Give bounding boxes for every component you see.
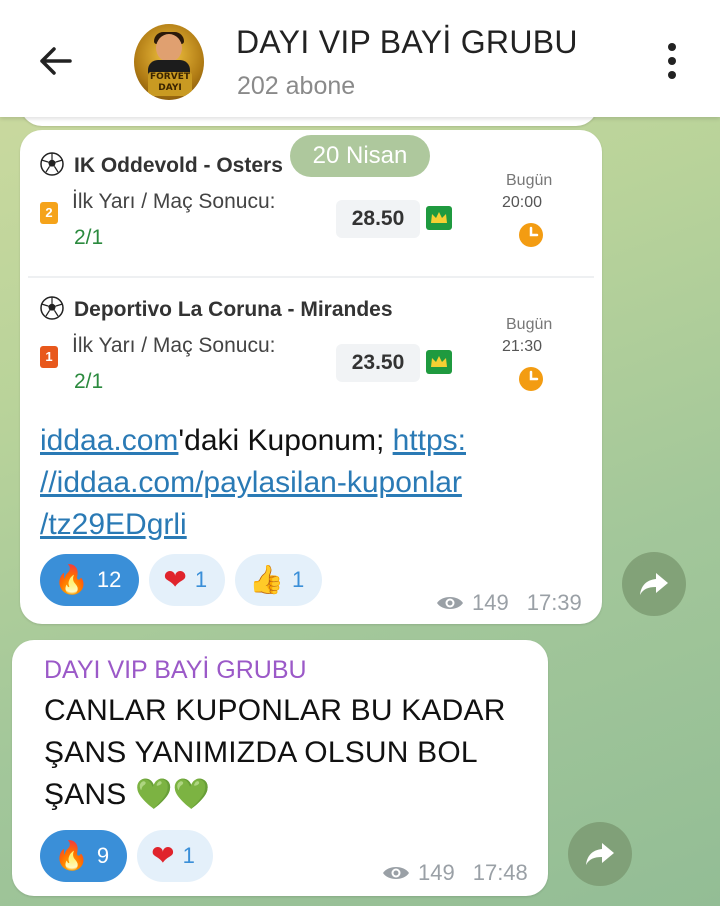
reaction-count: 1 (182, 843, 195, 868)
match-time: 20:00 (502, 194, 543, 211)
avatar-face (156, 34, 182, 62)
message-meta: 149 17:39 (436, 590, 582, 616)
message-text-segment: 'daki Kuponum; (178, 424, 393, 457)
reaction-count: 9 (96, 843, 110, 868)
channel-title[interactable]: DAYI VIP BAYİ GRUBU (236, 24, 578, 61)
odds-value: 28.50 (336, 200, 420, 238)
forward-button[interactable] (568, 822, 632, 886)
dot-icon (668, 43, 676, 51)
bet-type: İlk Yarı / Maç Sonucu: (72, 190, 276, 213)
reaction-bar: 🔥 12 ❤ 1 👍 1 (40, 554, 323, 606)
message-text-content: CANLAR KUPONLAR BU KADAR ŞANS YANIMIZDA … (44, 694, 506, 811)
reaction-heart[interactable]: ❤ 1 (137, 830, 213, 882)
match-day: Bugün (506, 316, 553, 333)
coupon-link-part: /tz29EDgrli (40, 508, 187, 541)
clock-icon (519, 367, 543, 391)
subscriber-count: 202 abone (237, 72, 356, 100)
reaction-thumbs-up[interactable]: 👍 1 (235, 554, 323, 606)
view-count: 149 (472, 590, 509, 615)
reaction-count: 1 (194, 567, 208, 592)
reaction-fire[interactable]: 🔥 9 (40, 830, 128, 882)
reaction-heart[interactable]: ❤ 1 (149, 554, 226, 606)
dot-icon (668, 71, 676, 79)
message-text: CANLAR KUPONLAR BU KADAR ŞANS YANIMIZDA … (44, 690, 544, 816)
match-time: 21:30 (502, 338, 543, 355)
fire-icon: 🔥 (54, 563, 89, 596)
eye-icon (437, 597, 463, 609)
coupon-link-part: //iddaa.com/paylasilan-kuponlar (40, 466, 462, 499)
rank-badge: 1 (40, 346, 58, 368)
bet-type: İlk Yarı / Maç Sonucu: (72, 334, 276, 357)
reaction-bar: 🔥 9 ❤ 1 (40, 830, 213, 882)
avatar-tag: FORVET DAYI (148, 72, 192, 96)
share-arrow-icon (586, 843, 614, 865)
sender-name[interactable]: DAYI VIP BAYİ GRUBU (44, 656, 307, 685)
fire-icon: 🔥 (54, 839, 89, 872)
rank-badge: 2 (40, 202, 58, 224)
more-menu-button[interactable] (652, 36, 692, 86)
share-arrow-icon (640, 573, 668, 595)
match-title: Deportivo La Coruna - Mirandes (74, 298, 393, 321)
arrow-left-icon (40, 47, 72, 75)
dot-icon (668, 57, 676, 65)
message-time: 17:39 (526, 590, 582, 615)
soccer-ball-icon (40, 296, 64, 320)
match-card: Deportivo La Coruna - Mirandes 1 İlk Yar… (28, 282, 594, 422)
view-count: 149 (418, 860, 455, 885)
soccer-ball-icon (40, 152, 64, 176)
bet-pick: 2/1 (74, 226, 104, 249)
date-separator: 20 Nisan (290, 135, 430, 177)
back-button[interactable] (30, 36, 80, 86)
message-text: iddaa.com'daki Kuponum; https: //iddaa.co… (40, 420, 580, 546)
bet-pick: 2/1 (74, 370, 104, 393)
clock-icon (519, 223, 543, 247)
match-title: IK Oddevold - Osters (74, 154, 283, 177)
thumbs-up-icon: 👍 (249, 563, 284, 596)
message-meta: 149 17:48 (382, 860, 528, 886)
crown-icon (426, 350, 452, 374)
reaction-count: 1 (291, 567, 305, 592)
red-heart-icon: ❤ (151, 839, 175, 872)
eye-icon (383, 867, 409, 879)
iddaa-link[interactable]: iddaa.com (40, 424, 178, 457)
green-heart-icon: 💚💚 (135, 777, 211, 812)
channel-avatar[interactable]: FORVET DAYI (134, 24, 204, 100)
red-heart-icon: ❤ (163, 563, 187, 596)
odds-value: 23.50 (336, 344, 420, 382)
message-time: 17:48 (472, 860, 528, 885)
chat-header: FORVET DAYI DAYI VIP BAYİ GRUBU 202 abon… (0, 0, 720, 117)
forward-button[interactable] (622, 552, 686, 616)
coupon-link-part: https: (392, 424, 466, 457)
crown-icon (426, 206, 452, 230)
reaction-fire[interactable]: 🔥 12 (40, 554, 140, 606)
match-day: Bugün (506, 172, 553, 189)
reaction-count: 12 (96, 567, 122, 592)
